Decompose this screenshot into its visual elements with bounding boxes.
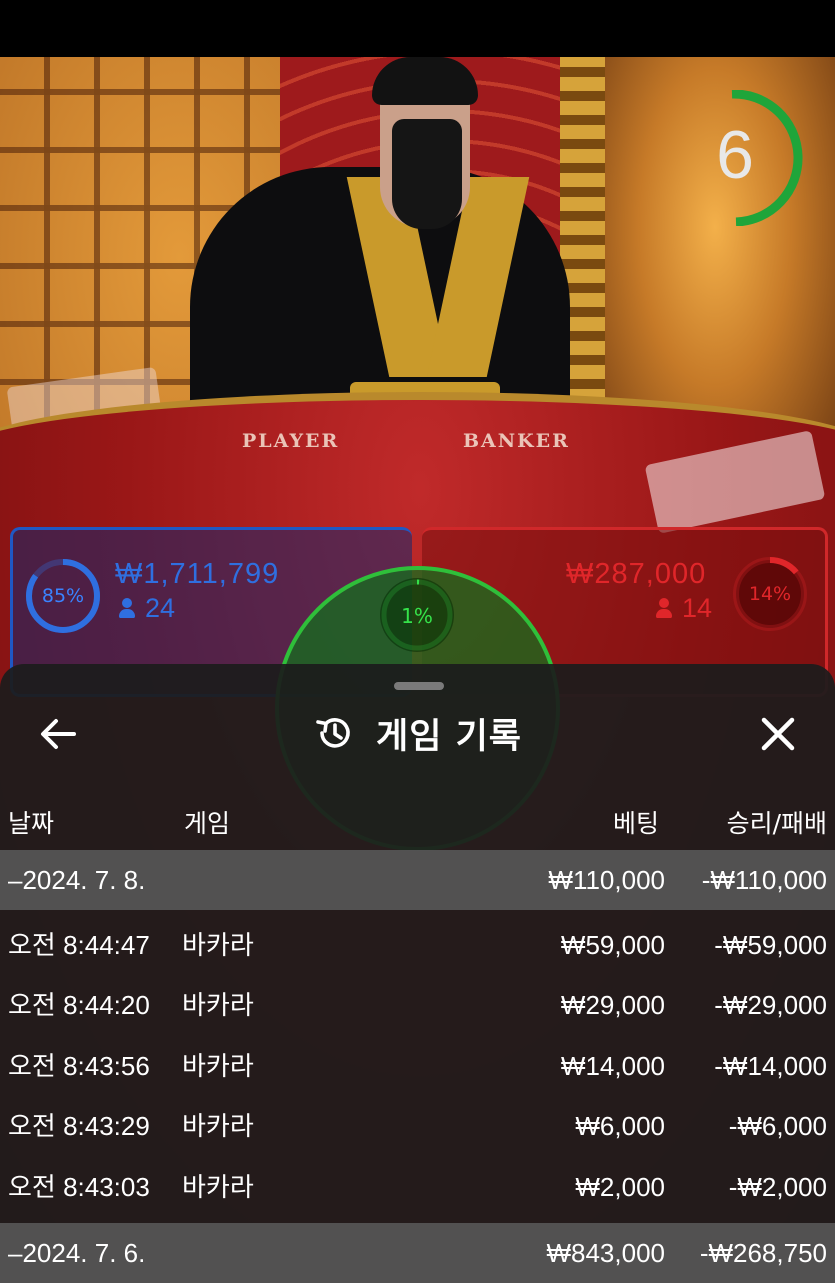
row-game: 바카라	[182, 1051, 254, 1081]
history-icon	[316, 718, 350, 748]
row-result: -₩29,000	[714, 990, 827, 1020]
countdown-value: 6	[716, 117, 754, 193]
player-percent: 85%	[41, 585, 85, 607]
banker-count-value: 14	[682, 593, 713, 623]
banker-percent: 14%	[748, 583, 792, 605]
history-row[interactable]: 오전 8:44:20 바카라 ₩29,000 -₩29,000	[0, 975, 835, 1035]
row-game: 바카라	[182, 990, 254, 1020]
row-bet: ₩59,000	[560, 930, 665, 960]
banker-percent-ring: 14%	[732, 556, 808, 632]
row-bet: ₩29,000	[560, 990, 665, 1020]
row-time: 오전 8:43:03	[8, 1172, 150, 1202]
row-bet: ₩14,000	[560, 1051, 665, 1081]
dealer-hair	[372, 57, 478, 105]
column-header-date: 날짜	[8, 809, 55, 838]
banker-stake: ₩287,000	[566, 558, 707, 590]
row-time: 오전 8:44:47	[8, 930, 150, 960]
player-stake: ₩1,711,799	[115, 558, 280, 590]
row-time: 오전 8:44:20	[8, 990, 150, 1020]
tie-percent-ring: 1%	[380, 578, 454, 652]
date-group-bet: ₩110,000	[548, 865, 665, 895]
row-result: -₩59,000	[714, 930, 827, 960]
banker-count: 14	[656, 593, 712, 624]
date-group-result: -₩268,750	[699, 1238, 827, 1268]
column-header-result: 승리/패배	[726, 809, 827, 838]
person-icon	[119, 598, 135, 618]
player-count: 24	[119, 593, 175, 624]
close-button[interactable]	[756, 712, 800, 756]
table-label-player: PLAYER	[242, 430, 340, 452]
date-group-bet: ₩843,000	[546, 1238, 665, 1268]
row-game: 바카라	[182, 1111, 254, 1141]
sheet-header: 게임 기록	[314, 708, 522, 758]
row-result: -₩14,000	[714, 1051, 827, 1081]
game-history-sheet: 게임 기록 날짜 게임 베팅 승리/패배 –2024. 7. 8. ₩110,0…	[0, 664, 835, 1283]
table-label-banker: BANKER	[463, 430, 570, 452]
close-icon	[761, 717, 795, 751]
date-group-label: –2024. 7. 6.	[8, 1238, 146, 1268]
sheet-drag-handle[interactable]	[394, 682, 444, 690]
row-time: 오전 8:43:29	[8, 1111, 150, 1141]
player-percent-ring: 85%	[25, 558, 101, 634]
column-header-bet: 베팅	[612, 809, 659, 838]
history-row[interactable]: 오전 8:44:47 바카라 ₩59,000 -₩59,000	[0, 915, 835, 975]
row-result: -₩6,000	[728, 1111, 827, 1141]
sheet-title: 게임 기록	[376, 716, 522, 757]
column-header-game: 게임	[184, 809, 231, 838]
row-time: 오전 8:43:56	[8, 1051, 150, 1081]
player-count-value: 24	[145, 593, 176, 623]
countdown-timer: 6	[690, 90, 806, 226]
date-group-row[interactable]: –2024. 7. 8. ₩110,000 -₩110,000	[0, 850, 835, 910]
person-icon	[656, 598, 672, 618]
row-bet: ₩2,000	[575, 1172, 665, 1202]
row-bet: ₩6,000	[575, 1111, 665, 1141]
date-group-label: –2024. 7. 8.	[8, 865, 146, 895]
date-group-row[interactable]: –2024. 7. 6. ₩843,000 -₩268,750	[0, 1223, 835, 1283]
arrow-left-icon	[41, 719, 76, 749]
row-game: 바카라	[182, 1172, 254, 1202]
row-game: 바카라	[182, 930, 254, 960]
row-result: -₩2,000	[728, 1172, 827, 1202]
back-button[interactable]	[38, 714, 82, 754]
history-row[interactable]: 오전 8:43:56 바카라 ₩14,000 -₩14,000	[0, 1036, 835, 1096]
dealer-mask	[392, 119, 462, 229]
date-group-result: -₩110,000	[701, 865, 827, 895]
tie-percent: 1%	[401, 604, 433, 628]
history-row[interactable]: 오전 8:43:29 바카라 ₩6,000 -₩6,000	[0, 1096, 835, 1156]
history-row[interactable]: 오전 8:43:03 바카라 ₩2,000 -₩2,000	[0, 1157, 835, 1217]
